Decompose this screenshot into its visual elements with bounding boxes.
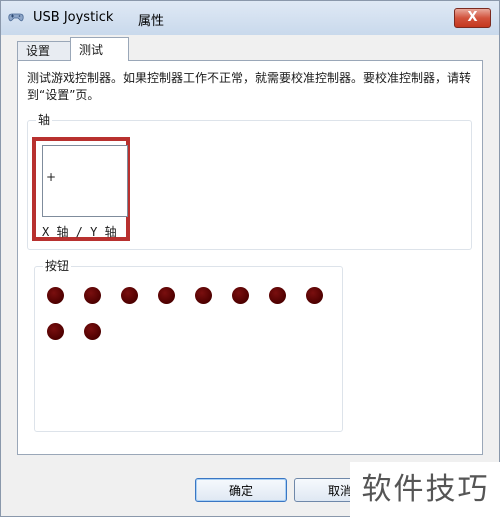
buttons-group-title: 按钮 bbox=[43, 257, 72, 274]
button-indicator-9 bbox=[47, 323, 64, 340]
ok-button[interactable]: 确定 bbox=[195, 478, 287, 502]
window-title-suffix: 属性 bbox=[138, 14, 165, 29]
button-indicator-7 bbox=[269, 287, 286, 304]
buttons-group: 按钮 bbox=[34, 257, 343, 432]
test-tab-panel: 测试游戏控制器。如果控制器工作不正常，就需要校准控制器。要校准控制器，请转到“设… bbox=[17, 60, 483, 455]
title-bar: USB Joystick 属性 X bbox=[1, 1, 499, 35]
close-button[interactable]: X bbox=[454, 8, 491, 28]
button-indicator-3 bbox=[121, 287, 138, 304]
crosshair-icon: + bbox=[46, 170, 57, 184]
gamepad-icon bbox=[8, 13, 24, 22]
window-title: USB Joystick bbox=[33, 10, 114, 25]
test-description: 测试游戏控制器。如果控制器工作不正常，就需要校准控制器。要校准控制器，请转到“设… bbox=[27, 71, 472, 102]
axis-group-title: 轴 bbox=[36, 111, 53, 128]
button-indicator-6 bbox=[232, 287, 249, 304]
xy-axis-display: + bbox=[42, 145, 128, 217]
watermark: 软件技巧 bbox=[350, 462, 500, 518]
tab-test[interactable]: 测试 bbox=[70, 37, 129, 61]
close-icon: X bbox=[467, 10, 478, 25]
tab-settings[interactable]: 设置 bbox=[17, 41, 71, 60]
properties-window: USB Joystick 属性 X 设置 测试 测试游戏控制器。如果控制器工作不… bbox=[0, 0, 500, 518]
button-indicator-2 bbox=[84, 287, 101, 304]
button-indicator-1 bbox=[47, 287, 64, 304]
xy-axis-label: X 轴 / Y 轴 bbox=[42, 225, 117, 239]
button-indicator-4 bbox=[158, 287, 175, 304]
button-indicator-8 bbox=[306, 287, 323, 304]
button-indicator-5 bbox=[195, 287, 212, 304]
button-indicator-10 bbox=[84, 323, 101, 340]
